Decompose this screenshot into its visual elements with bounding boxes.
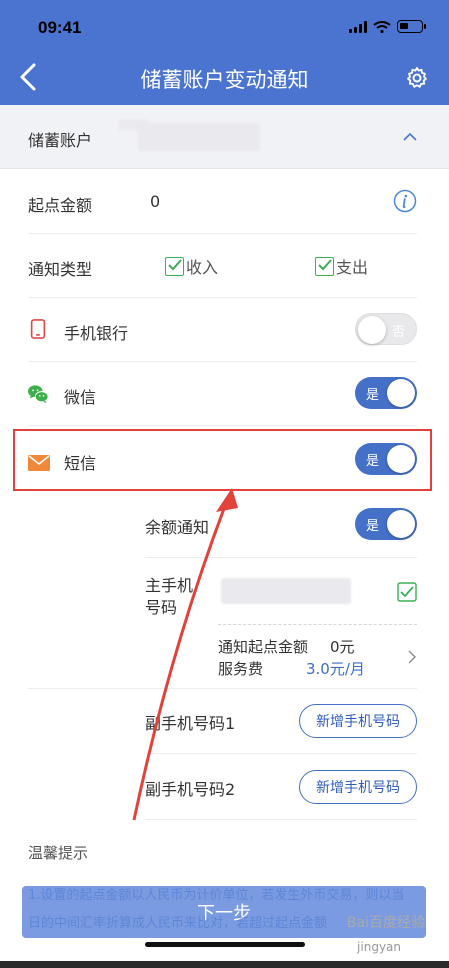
sub-phone-1-label: 副手机号码1 — [145, 714, 236, 733]
page-title: 储蓄账户变动通知 — [140, 68, 309, 92]
header: 09:41 储蓄账户变动通知 — [0, 0, 449, 105]
balance-notice-row: 余额通知 是 — [145, 492, 417, 558]
mobile-bank-label: 手机银行 — [64, 324, 129, 343]
sub-phone-2-row: 副手机号码2 新增手机号码 — [145, 754, 417, 820]
income-label: 收入 — [186, 258, 219, 277]
info-icon[interactable] — [393, 189, 417, 213]
blurred-account-number-2 — [138, 123, 260, 151]
expense-checkbox[interactable]: 支出 — [315, 254, 368, 278]
screen: 09:41 储蓄账户变动通知 储蓄账户 起点金额 0 通知类型 收入 支出 手机… — [0, 0, 449, 968]
expense-label: 支出 — [336, 258, 369, 277]
main-phone-row: 主手机 号码 — [145, 558, 417, 624]
balance-notice-label: 余额通知 — [145, 518, 210, 537]
wifi-icon — [373, 20, 391, 33]
toggle-text: 否 — [391, 325, 405, 340]
gear-icon[interactable] — [405, 66, 429, 90]
sms-highlight-box — [13, 429, 432, 491]
notify-type-label: 通知类型 — [28, 260, 93, 279]
wechat-toggle[interactable]: 是 — [355, 377, 417, 409]
mobile-bank-toggle[interactable]: 否 — [355, 313, 417, 345]
start-amount-value[interactable]: 0 — [150, 192, 160, 211]
home-indicator[interactable] — [145, 942, 305, 947]
checkbox-checked-icon — [165, 256, 184, 276]
start-amount-row: 起点金额 0 — [28, 170, 417, 234]
sub-phone-1-row: 副手机号码1 新增手机号码 — [145, 688, 417, 754]
notify-type-row: 通知类型 收入 支出 — [28, 234, 417, 298]
battery-icon — [397, 20, 426, 33]
chevron-up-icon[interactable] — [403, 130, 417, 144]
main-phone-label-line2: 号码 — [145, 598, 178, 617]
notify-start-amount-value: 0元 — [330, 638, 355, 656]
account-row[interactable]: 储蓄账户 — [0, 105, 449, 169]
checkbox-checked-icon[interactable] — [397, 582, 417, 602]
add-phone-1-button[interactable]: 新增手机号码 — [299, 704, 417, 738]
income-checkbox[interactable]: 收入 — [165, 254, 218, 278]
wechat-icon — [28, 385, 49, 404]
toggle-knob — [387, 379, 415, 407]
chevron-right-icon — [408, 650, 416, 664]
toggle-text: 是 — [366, 519, 380, 534]
watermark-text: jingyan — [357, 940, 401, 954]
account-label: 储蓄账户 — [28, 131, 93, 150]
signal-icon — [349, 20, 367, 33]
wechat-label: 微信 — [64, 388, 97, 407]
balance-notice-toggle[interactable]: 是 — [355, 508, 417, 540]
start-amount-label: 起点金额 — [28, 196, 93, 215]
toggle-knob — [358, 316, 386, 344]
notify-start-amount-label: 通知起点金额 — [218, 638, 309, 656]
sub-phone-2-label: 副手机号码2 — [145, 780, 236, 799]
toggle-text: 是 — [366, 388, 380, 403]
status-icons — [349, 20, 426, 33]
blurred-phone-number — [221, 578, 351, 604]
status-time: 09:41 — [38, 18, 82, 37]
fee-value: 3.0元/月 — [306, 660, 365, 678]
main-phone-label-line1: 主手机 — [145, 576, 194, 595]
toggle-knob — [387, 510, 415, 538]
mobile-bank-row: 手机银行 否 — [28, 298, 417, 362]
add-phone-2-button[interactable]: 新增手机号码 — [299, 770, 417, 804]
bottom-edge — [0, 961, 449, 968]
checkbox-checked-icon — [315, 256, 334, 276]
tips-title: 温馨提示 — [28, 844, 89, 862]
wechat-row: 微信 是 — [28, 362, 417, 426]
sms-fee-info[interactable]: 通知起点金额 0元 服务费 3.0元/月 — [218, 624, 417, 688]
phone-icon — [30, 319, 46, 339]
watermark-logo: Bai百度经验 — [346, 915, 425, 931]
fee-label: 服务费 — [218, 660, 264, 678]
